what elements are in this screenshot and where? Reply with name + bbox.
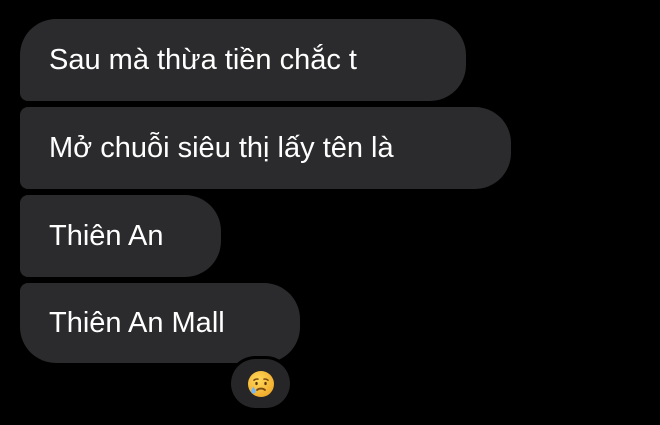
message-text: Mở chuỗi siêu thị lấy tên là xyxy=(49,131,394,164)
message-bubble[interactable]: Thiên An Mall xyxy=(20,283,300,363)
message-reaction[interactable] xyxy=(231,359,290,408)
message-text: Sau mà thừa tiền chắc t xyxy=(49,43,357,76)
message-text: Thiên An xyxy=(49,219,164,252)
message-bubble[interactable]: Sau mà thừa tiền chắc t xyxy=(20,19,466,101)
message-bubble[interactable]: Mở chuỗi siêu thị lấy tên là xyxy=(20,107,511,189)
chat-thread: Sau mà thừa tiền chắc t Mở chuỗi siêu th… xyxy=(0,0,660,425)
crying-face-emoji-icon xyxy=(247,370,274,397)
message-text: Thiên An Mall xyxy=(49,306,225,339)
message-bubble[interactable]: Thiên An xyxy=(20,195,221,277)
